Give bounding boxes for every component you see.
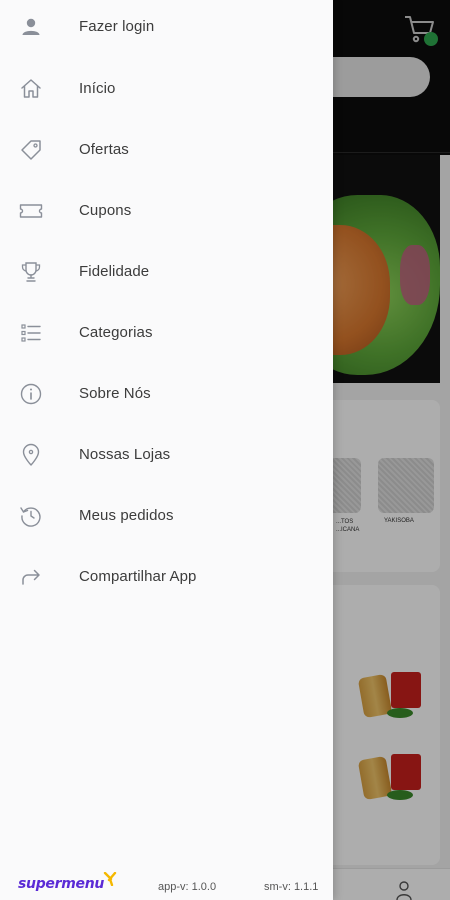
menu-item-about[interactable]: Sobre Nós: [0, 363, 333, 424]
menu-item-orders[interactable]: Meus pedidos: [0, 485, 333, 546]
menu-item-label: Meus pedidos: [79, 507, 174, 524]
trophy-icon: [18, 259, 44, 285]
menu-item-label: Início: [79, 80, 116, 97]
menu-item-label: Categorias: [79, 324, 153, 341]
menu-item-label: Fidelidade: [79, 263, 150, 280]
menu-item-login[interactable]: Fazer login: [0, 0, 333, 57]
menu-item-categories[interactable]: Categorias: [0, 302, 333, 363]
tag-icon: [18, 137, 44, 163]
menu-item-label: Cupons: [79, 202, 132, 219]
sm-version: sm-v: 1.1.1: [264, 881, 319, 893]
brand-name: supermenu: [18, 876, 105, 892]
menu-item-home[interactable]: Início: [0, 58, 333, 119]
menu-item-label: Ofertas: [79, 141, 129, 158]
menu-item-offers[interactable]: Ofertas: [0, 119, 333, 180]
info-icon: [18, 381, 44, 407]
brand-spark-icon: [103, 872, 117, 886]
user-icon: [18, 14, 44, 40]
menu-item-coupons[interactable]: Cupons: [0, 180, 333, 241]
share-icon: [18, 564, 44, 590]
history-icon: [18, 503, 44, 529]
menu-item-label: Nossas Lojas: [79, 446, 171, 463]
menu-item-label: Compartilhar App: [79, 568, 197, 585]
location-pin-icon: [18, 442, 44, 468]
home-icon: [18, 76, 44, 102]
ticket-icon: [18, 198, 44, 224]
menu-item-stores[interactable]: Nossas Lojas: [0, 424, 333, 485]
navigation-drawer: Fazer login Início Ofertas Cupons Fideli: [0, 0, 333, 900]
drawer-footer: supermenu app-v: 1.0.0 sm-v: 1.1.1: [0, 872, 333, 900]
menu-item-loyalty[interactable]: Fidelidade: [0, 241, 333, 302]
menu-item-label: Sobre Nós: [79, 385, 151, 402]
menu-item-label: Fazer login: [79, 18, 155, 35]
app-version: app-v: 1.0.0: [158, 881, 217, 893]
menu-item-share[interactable]: Compartilhar App: [0, 546, 333, 607]
supermenu-logo: supermenu: [18, 872, 117, 897]
list-icon: [18, 320, 44, 346]
